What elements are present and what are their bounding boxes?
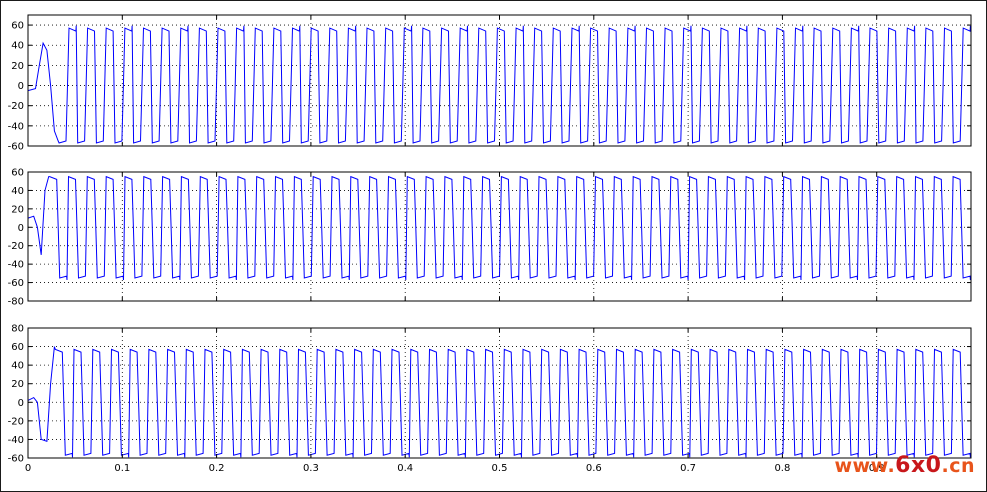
x-tick-label: 0.7 [680,463,696,474]
figure-canvas: -60 -40 -20 0 20 40 60 -80 -60 -40 -20 0 20 40 60 -60 -4… [8,14,972,474]
x-tick-label: 0 [25,463,31,474]
y-tick-label: 20 [11,204,24,215]
y-tick-label: 0 [18,81,24,92]
watermark-suffix: .cn [941,455,975,477]
y-tick-label: -20 [8,241,24,252]
y-tick-label: -40 [8,121,24,132]
y-tick-label: 20 [11,379,24,390]
x-tick-label: 0.1 [114,463,130,474]
y-tick-label: 40 [11,41,24,52]
x-tick-label: 0.2 [209,463,225,474]
y-tick-label: 0 [18,223,24,234]
y-tick-label: 60 [11,168,24,179]
y-tick-label: 0 [18,398,24,409]
subplot-3: -60 -40 -20 0 20 40 60 80 0 0.1 0.2 0.3 0.4 0.5 0.6 0.7… [8,324,972,474]
y-tick-label: 60 [11,21,24,32]
x-tick-label: 0.8 [774,463,790,474]
x-tick-label: 0.4 [397,463,413,474]
y-tick-label: -60 [8,278,24,289]
y-tick-label: 80 [11,324,24,335]
y-tick-label: 60 [11,342,24,353]
y-tick-label: -60 [8,142,24,153]
subplot-1: -60 -40 -20 0 20 40 60 [8,14,972,153]
y-tick-label: 40 [11,186,24,197]
y-tick-label: -40 [8,260,24,271]
y-tick-label: -80 [8,297,24,308]
x-tick-label: 0.5 [492,463,508,474]
watermark-prefix: www. [834,455,896,477]
y-tick-label: 40 [11,361,24,372]
x-tick-label: 0.6 [586,463,602,474]
y-tick-label: -60 [8,454,24,465]
y-tick-label: -20 [8,101,24,112]
watermark-main: 6x0 [895,453,942,478]
watermark: www.6x0.cn [835,453,976,478]
y-tick-label: -20 [8,416,24,427]
subplot-2: -80 -60 -40 -20 0 20 40 60 [8,168,972,308]
y-tick-label: -40 [8,435,24,446]
x-tick-label: 0.3 [303,463,319,474]
y-tick-label: 20 [11,61,24,72]
